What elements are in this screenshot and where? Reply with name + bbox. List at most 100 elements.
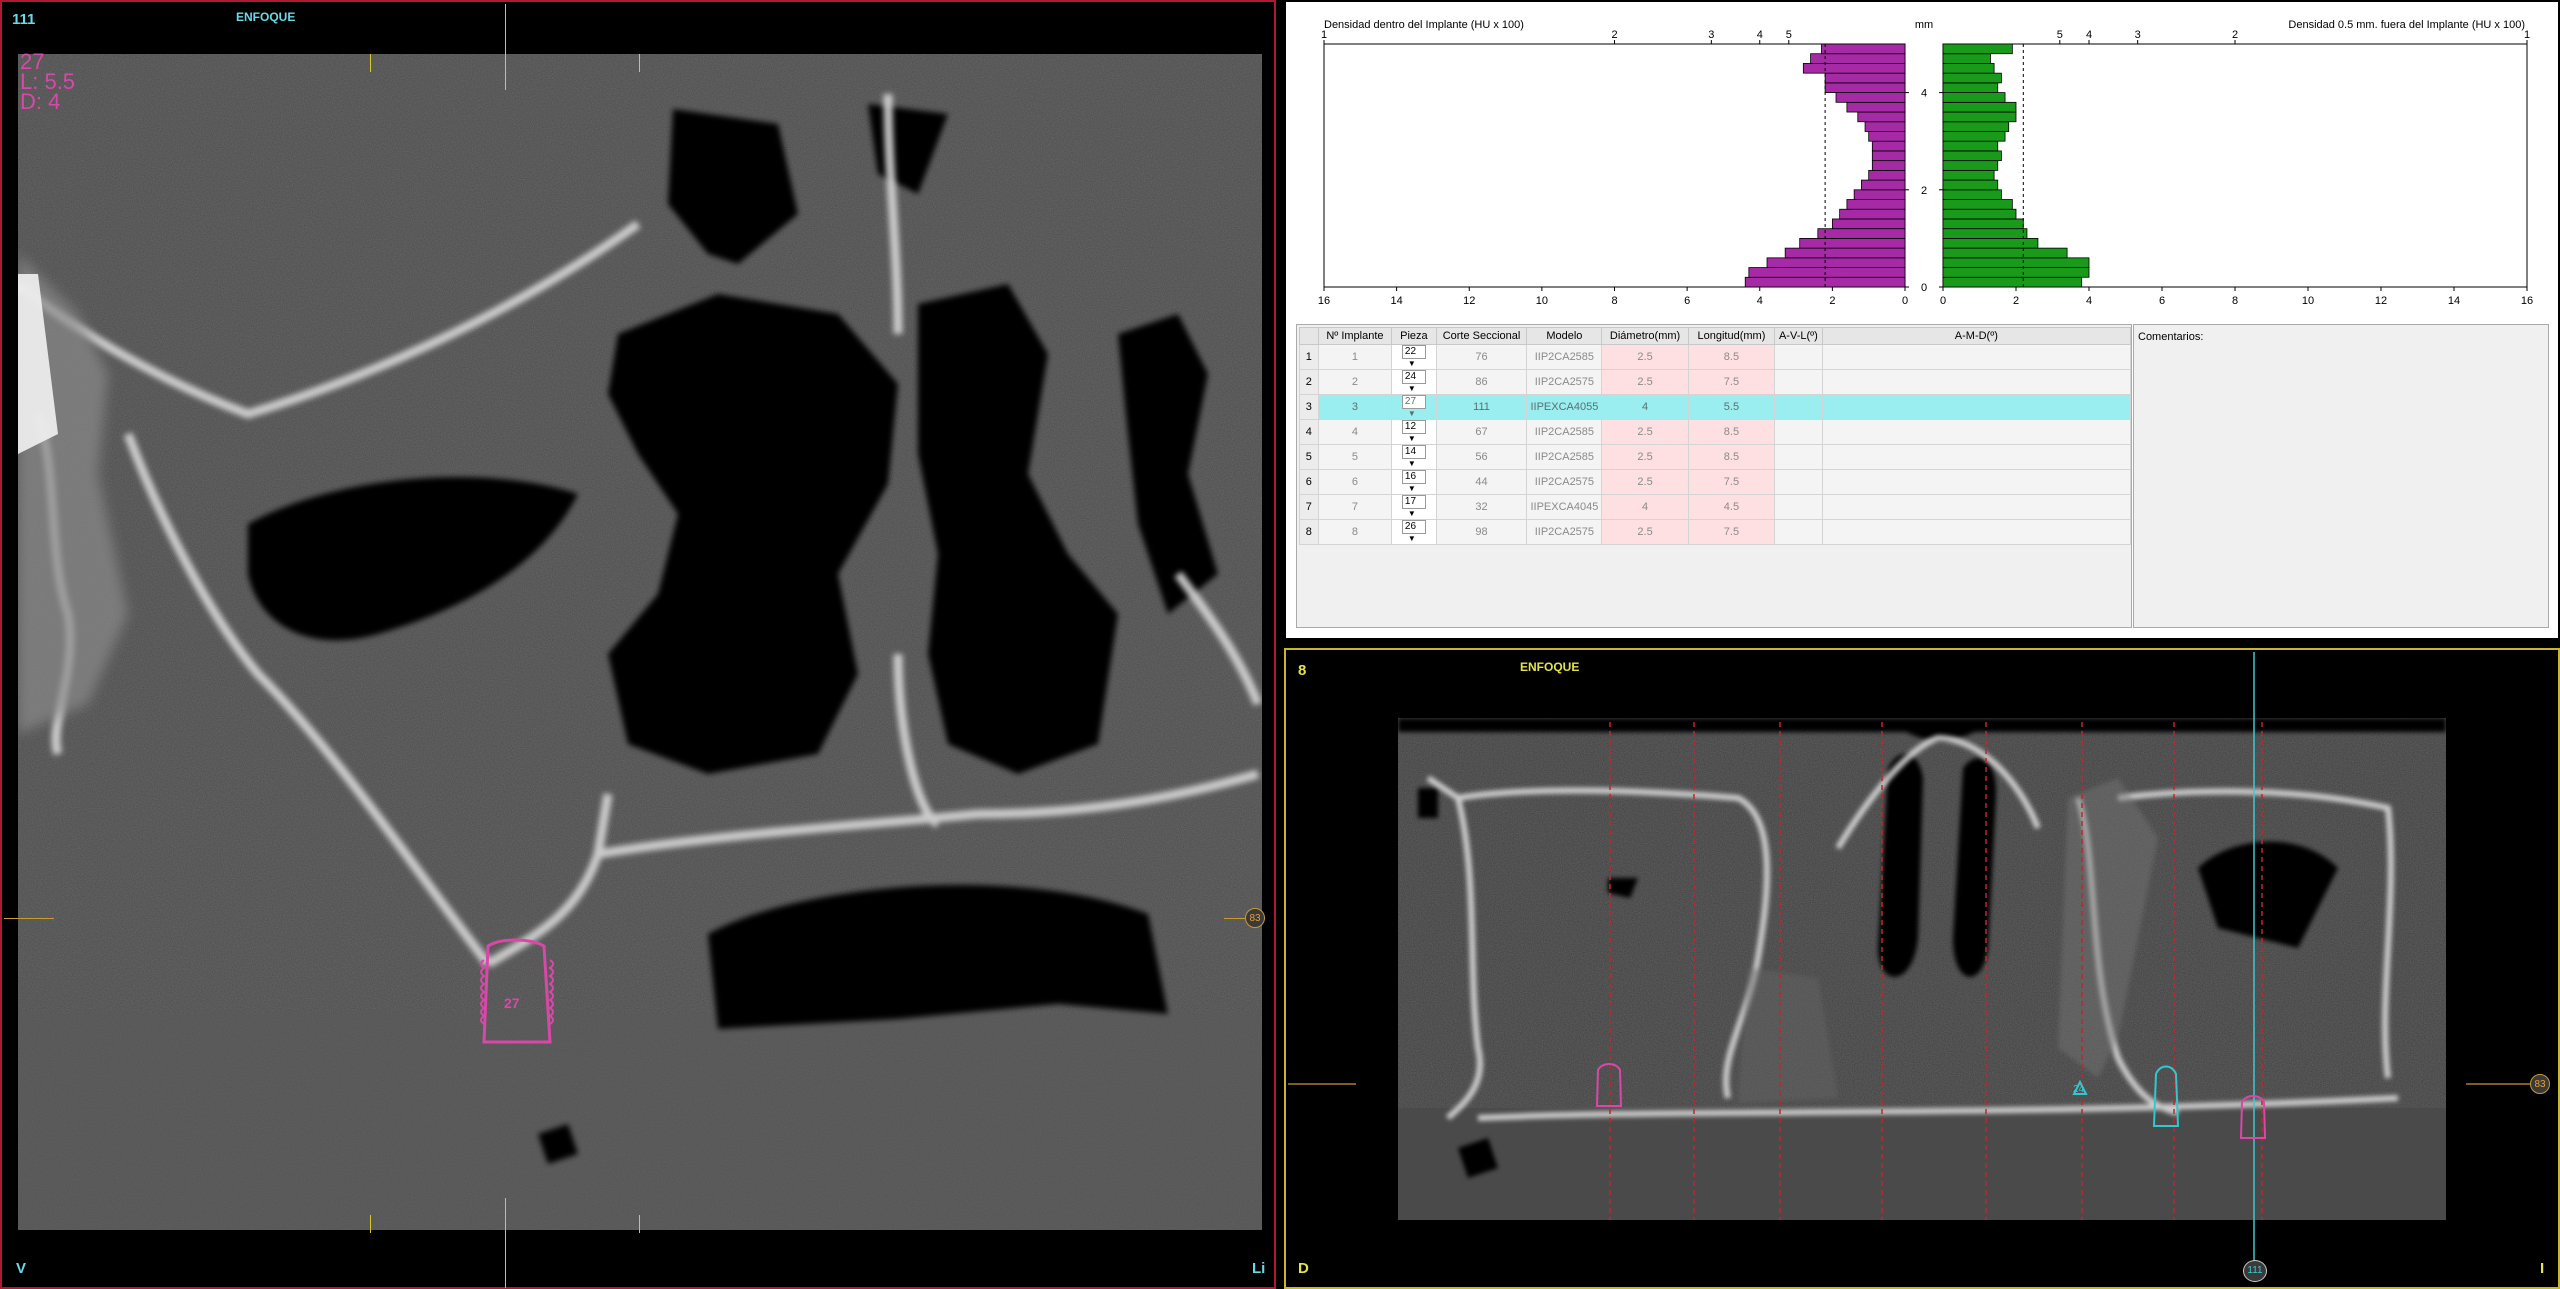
chevron-down-icon[interactable]: ▼: [1408, 483, 1416, 495]
pieza-dropdown[interactable]: 22▼: [1401, 345, 1426, 368]
modelo-cell[interactable]: IIPEXCA4045: [1526, 494, 1603, 520]
table-row[interactable]: 4 4 12▼ 67 IIP2CA2585 2.5 8.5: [1299, 419, 2132, 445]
vertical-crosshair-top[interactable]: [505, 4, 506, 90]
implant-number-cell[interactable]: 7: [1317, 494, 1393, 520]
modelo-cell[interactable]: IIPEXCA4055: [1526, 394, 1603, 420]
table-row[interactable]: 5 5 14▼ 56 IIP2CA2585 2.5 8.5: [1299, 444, 2132, 470]
amd-cell[interactable]: [1821, 344, 2132, 370]
horizontal-ref-line-left[interactable]: [4, 918, 54, 919]
row-number-cell[interactable]: 2: [1299, 369, 1319, 395]
amd-cell[interactable]: [1821, 369, 2132, 395]
diametro-cell[interactable]: 4: [1601, 494, 1689, 520]
row-number-cell[interactable]: 1: [1299, 344, 1319, 370]
implant-number-cell[interactable]: 1: [1317, 344, 1393, 370]
chevron-down-icon[interactable]: ▼: [1408, 458, 1416, 470]
header-avl[interactable]: A-V-L(º): [1774, 327, 1823, 345]
table-row[interactable]: 8 8 26▼ 98 IIP2CA2575 2.5 7.5: [1299, 519, 2132, 545]
cross-section-viewer[interactable]: 111 ENFOQUE 27 L: 5.5 D: 4 V Li 83 27: [0, 0, 1276, 1289]
amd-cell[interactable]: [1821, 444, 2132, 470]
chevron-down-icon[interactable]: ▼: [1408, 508, 1416, 520]
row-number-cell[interactable]: 4: [1299, 419, 1319, 445]
longitud-cell[interactable]: 4.5: [1687, 494, 1776, 520]
chevron-down-icon[interactable]: ▼: [1408, 358, 1416, 370]
pieza-cell[interactable]: 22▼: [1391, 344, 1437, 370]
panoramic-viewer[interactable]: 24 8 ENFOQUE D I 83 111: [1284, 648, 2560, 1289]
reference-marker-bottom[interactable]: 111: [2243, 1260, 2267, 1282]
header-implant[interactable]: Nº Implante: [1317, 327, 1393, 345]
corte-cell[interactable]: 86: [1435, 369, 1528, 395]
longitud-cell[interactable]: 7.5: [1687, 469, 1776, 495]
reference-marker-right[interactable]: 83: [2530, 1074, 2550, 1094]
amd-cell[interactable]: [1821, 469, 2132, 495]
avl-cell[interactable]: [1774, 469, 1823, 495]
pieza-cell[interactable]: 12▼: [1391, 419, 1437, 445]
corte-cell[interactable]: 76: [1435, 344, 1528, 370]
header-corte[interactable]: Corte Seccional: [1435, 327, 1528, 345]
chevron-down-icon[interactable]: ▼: [1408, 433, 1416, 445]
amd-cell[interactable]: [1821, 394, 2132, 420]
table-row[interactable]: 2 2 24▼ 86 IIP2CA2575 2.5 7.5: [1299, 369, 2132, 395]
implant-number-cell[interactable]: 5: [1317, 444, 1393, 470]
avl-cell[interactable]: [1774, 344, 1823, 370]
chevron-down-icon[interactable]: ▼: [1408, 408, 1416, 420]
cross-section-ct-image[interactable]: [18, 54, 1262, 1230]
comments-box[interactable]: Comentarios:: [2133, 324, 2549, 628]
pieza-dropdown[interactable]: 12▼: [1401, 420, 1426, 443]
corte-cell[interactable]: 32: [1435, 494, 1528, 520]
pieza-cell[interactable]: 24▼: [1391, 369, 1437, 395]
reference-marker[interactable]: 83: [1245, 908, 1265, 928]
diametro-cell[interactable]: 2.5: [1601, 369, 1689, 395]
corte-cell[interactable]: 56: [1435, 444, 1528, 470]
implant-number-cell[interactable]: 2: [1317, 369, 1393, 395]
pieza-dropdown[interactable]: 27▼: [1401, 395, 1426, 418]
header-modelo[interactable]: Modelo: [1526, 327, 1603, 345]
implant-number-cell[interactable]: 3: [1317, 394, 1393, 420]
longitud-cell[interactable]: 8.5: [1687, 444, 1776, 470]
modelo-cell[interactable]: IIP2CA2575: [1526, 519, 1603, 545]
pieza-cell[interactable]: 16▼: [1391, 469, 1437, 495]
amd-cell[interactable]: [1821, 494, 2132, 520]
implant-number-cell[interactable]: 8: [1317, 519, 1393, 545]
longitud-cell[interactable]: 8.5: [1687, 419, 1776, 445]
corte-cell[interactable]: 98: [1435, 519, 1528, 545]
row-number-cell[interactable]: 3: [1299, 394, 1319, 420]
avl-cell[interactable]: [1774, 494, 1823, 520]
corte-cell[interactable]: 111: [1435, 394, 1528, 420]
table-row[interactable]: 7 7 17▼ 32 IIPEXCA4045 4 4.5: [1299, 494, 2132, 520]
pieza-cell[interactable]: 27▼: [1391, 394, 1437, 420]
row-number-cell[interactable]: 7: [1299, 494, 1319, 520]
pieza-cell[interactable]: 14▼: [1391, 444, 1437, 470]
pieza-dropdown[interactable]: 24▼: [1401, 370, 1426, 393]
amd-cell[interactable]: [1821, 419, 2132, 445]
avl-cell[interactable]: [1774, 419, 1823, 445]
longitud-cell[interactable]: 7.5: [1687, 369, 1776, 395]
diametro-cell[interactable]: 2.5: [1601, 419, 1689, 445]
table-row[interactable]: 1 1 22▼ 76 IIP2CA2585 2.5 8.5: [1299, 344, 2132, 370]
table-row[interactable]: 6 6 16▼ 44 IIP2CA2575 2.5 7.5: [1299, 469, 2132, 495]
pieza-dropdown[interactable]: 14▼: [1401, 445, 1426, 468]
modelo-cell[interactable]: IIP2CA2585: [1526, 344, 1603, 370]
corte-cell[interactable]: 44: [1435, 469, 1528, 495]
chevron-down-icon[interactable]: ▼: [1408, 533, 1416, 545]
implant-number-cell[interactable]: 4: [1317, 419, 1393, 445]
row-number-cell[interactable]: 5: [1299, 444, 1319, 470]
diametro-cell[interactable]: 2.5: [1601, 469, 1689, 495]
diametro-cell[interactable]: 2.5: [1601, 444, 1689, 470]
modelo-cell[interactable]: IIP2CA2585: [1526, 419, 1603, 445]
modelo-cell[interactable]: IIP2CA2575: [1526, 469, 1603, 495]
modelo-cell[interactable]: IIP2CA2585: [1526, 444, 1603, 470]
diametro-cell[interactable]: 2.5: [1601, 344, 1689, 370]
pieza-cell[interactable]: 17▼: [1391, 494, 1437, 520]
diametro-cell[interactable]: 2.5: [1601, 519, 1689, 545]
header-pieza[interactable]: Pieza: [1391, 327, 1437, 345]
pieza-dropdown[interactable]: 26▼: [1401, 520, 1426, 543]
header-amd[interactable]: A-M-D(º): [1821, 327, 2132, 345]
row-number-cell[interactable]: 8: [1299, 519, 1319, 545]
amd-cell[interactable]: [1821, 519, 2132, 545]
pieza-cell[interactable]: 26▼: [1391, 519, 1437, 545]
longitud-cell[interactable]: 8.5: [1687, 344, 1776, 370]
avl-cell[interactable]: [1774, 369, 1823, 395]
header-diametro[interactable]: Diámetro(mm): [1601, 327, 1689, 345]
chevron-down-icon[interactable]: ▼: [1408, 383, 1416, 395]
pieza-dropdown[interactable]: 17▼: [1401, 495, 1426, 518]
